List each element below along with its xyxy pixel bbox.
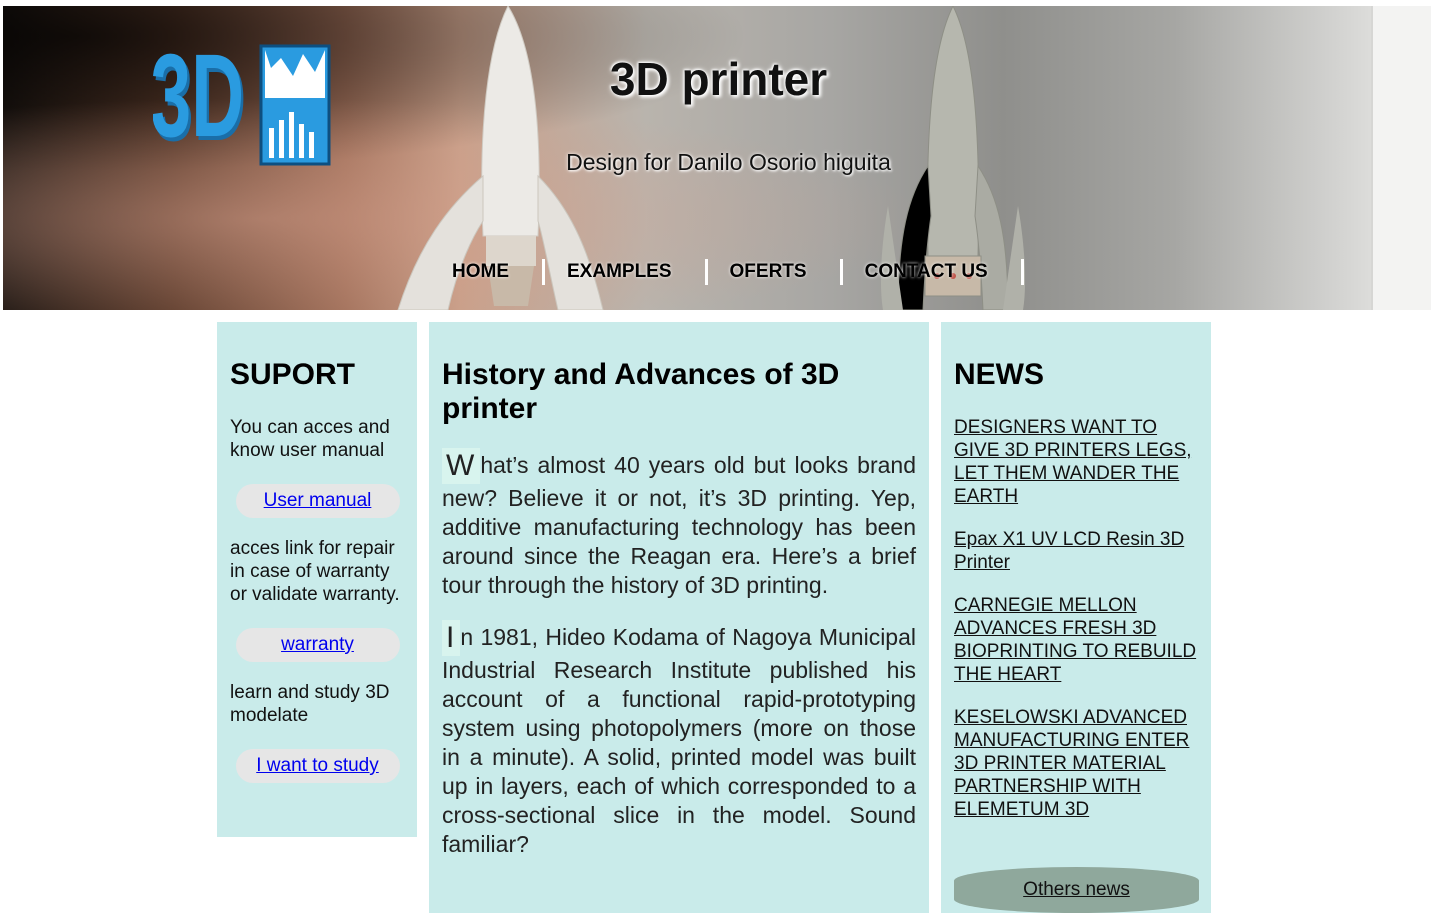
support-text-study: learn and study 3D modelate — [230, 682, 390, 726]
drop-cap-w: W — [442, 448, 481, 484]
support-text-warranty: acces link for repair in case of warrant… — [230, 538, 400, 605]
article-panel: History and Advances of 3D printer What’… — [429, 322, 929, 913]
article-paragraph-2: In 1981, Hideo Kodama of Nagoya Municipa… — [442, 620, 916, 859]
site-subtitle: Design for Danilo Osorio higuita — [566, 149, 891, 175]
news-item[interactable]: Epax X1 UV LCD Resin 3D Printer — [954, 528, 1199, 574]
support-panel: SUPORT You can acces and know user manua… — [217, 322, 417, 837]
article-paragraph-1: What’s almost 40 years old but looks bra… — [442, 448, 916, 600]
drop-cap-i: I — [442, 620, 461, 656]
article-title: History and Advances of 3D printer — [442, 358, 840, 425]
article-paragraph-1-text: hat’s almost 40 years old but looks bran… — [442, 452, 916, 598]
main-nav: HOME EXAMPLES OFERTS CONTACT US — [430, 258, 1024, 286]
warranty-link[interactable]: warranty — [235, 628, 400, 662]
news-item[interactable]: CARNEGIE MELLON ADVANCES FRESH 3D BIOPRI… — [954, 594, 1199, 686]
study-link[interactable]: I want to study — [235, 749, 400, 783]
news-panel: NEWS DESIGNERS WANT TO GIVE 3D PRINTERS … — [941, 322, 1211, 913]
support-title: SUPORT — [230, 358, 356, 391]
nav-oferts[interactable]: OFERTS — [708, 259, 843, 285]
news-title: NEWS — [954, 358, 1044, 391]
news-item[interactable]: DESIGNERS WANT TO GIVE 3D PRINTERS LEGS,… — [954, 416, 1199, 508]
news-item[interactable]: KESELOWSKI ADVANCED MANUFACTURING ENTER … — [954, 706, 1199, 821]
support-text-manual: You can acces and know user manual — [230, 417, 390, 461]
article-paragraph-2-text: n 1981, Hideo Kodama of Nagoya Municipal… — [442, 624, 916, 857]
nav-examples[interactable]: EXAMPLES — [545, 259, 708, 285]
user-manual-link[interactable]: User manual — [235, 484, 400, 518]
others-news-button[interactable]: Others news — [954, 867, 1199, 913]
nav-contact-us[interactable]: CONTACT US — [843, 259, 1024, 285]
nav-home[interactable]: HOME — [430, 259, 545, 285]
site-title: 3D printer — [609, 53, 828, 105]
